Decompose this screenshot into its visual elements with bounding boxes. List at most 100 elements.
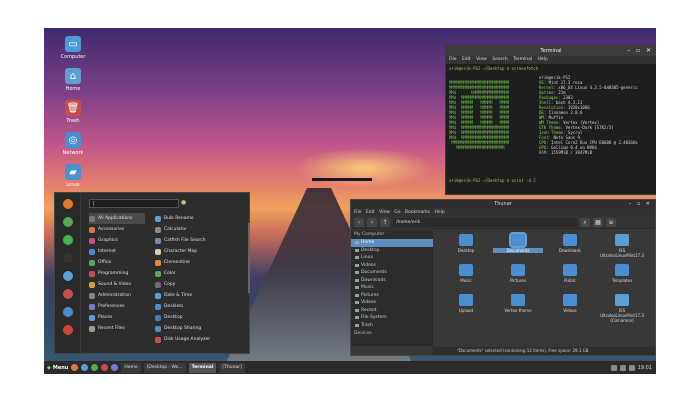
settings-icon[interactable] xyxy=(62,217,73,227)
terminal-window[interactable]: Terminal – ▫ ✕ File Edit View Search Ter… xyxy=(445,45,656,195)
folder-item[interactable]: Pictures xyxy=(493,264,543,289)
folder-item[interactable]: Templates xyxy=(597,264,647,289)
clock[interactable]: 19:01 xyxy=(638,365,652,371)
forward-button[interactable]: › xyxy=(367,217,377,227)
settings-icon[interactable] xyxy=(111,364,119,371)
folder-item[interactable]: Upload xyxy=(441,294,491,319)
folder-item[interactable]: ISS UltraIsoLinuxMint17.3 xyxy=(597,234,647,259)
sidebar-place[interactable]: Documents xyxy=(351,269,433,277)
menu-category[interactable]: Programming xyxy=(89,268,145,279)
menu-search-input[interactable]: | xyxy=(89,199,179,208)
menu-app-item[interactable]: Date & Time xyxy=(155,290,245,301)
media-icon[interactable] xyxy=(101,364,109,371)
app-icon xyxy=(89,215,95,222)
sidebar-place[interactable]: Pictures xyxy=(351,292,433,300)
volume-tray-icon[interactable] xyxy=(619,364,626,371)
folder-item[interactable]: Downloads xyxy=(545,234,595,259)
terminal-icon[interactable] xyxy=(62,253,73,263)
menu-app-item[interactable]: Desktop Sharing xyxy=(155,323,245,334)
sidebar-place[interactable]: Recent xyxy=(351,307,433,315)
desktop-icon-home[interactable]: ⌂ Home xyxy=(58,68,88,92)
menu-app-item[interactable]: Copy xyxy=(155,279,245,290)
menu-category[interactable]: Graphics xyxy=(89,235,145,246)
desktop-icon-label: Home xyxy=(65,86,81,92)
folder-item[interactable]: Videos xyxy=(545,294,595,319)
sidebar-place[interactable]: Desktop xyxy=(351,247,433,255)
menu-app-item[interactable]: Character Map xyxy=(155,246,245,257)
menu-category[interactable]: Preferences xyxy=(89,301,145,312)
sidebar-place[interactable]: Trash xyxy=(351,322,433,330)
firefox-icon[interactable] xyxy=(71,364,79,371)
menu-app-item[interactable]: Desktop xyxy=(155,312,245,323)
folder-icon[interactable] xyxy=(62,271,73,281)
desktop-icon-network[interactable]: ◎ Network xyxy=(58,132,88,156)
sidebar-place[interactable]: Music xyxy=(351,284,433,292)
sidebar-place[interactable]: Linux xyxy=(351,254,433,262)
folder-item[interactable]: Documents xyxy=(493,232,543,259)
firefox-icon[interactable] xyxy=(62,199,73,209)
menu-button[interactable]: ◆ Menu xyxy=(47,365,68,371)
logout-icon[interactable] xyxy=(62,307,73,317)
desktop-icon-trash[interactable]: 🗑 Trash xyxy=(58,100,88,124)
app-icon xyxy=(89,281,95,288)
software-icon[interactable] xyxy=(62,235,73,245)
back-button[interactable]: ‹ xyxy=(354,217,364,227)
folder-item[interactable]: ISS UltraIsoLinuxMint17.3 (Cinnamon) xyxy=(597,294,647,323)
location-bar[interactable]: /home/erik xyxy=(393,217,577,227)
terminal-titlebar[interactable]: Terminal – ▫ ✕ xyxy=(446,46,656,56)
sidebar-place[interactable]: Videos xyxy=(351,262,433,270)
app-icon xyxy=(89,226,95,233)
taskbar-window-thunar[interactable]: [Thunar] xyxy=(219,362,245,373)
sidebar-place[interactable]: File System xyxy=(351,314,433,322)
menu-app-item[interactable]: Clementine xyxy=(155,257,245,268)
folder-icon xyxy=(459,264,473,276)
terminal-menubar[interactable]: File Edit View Search Terminal Help xyxy=(446,56,656,64)
menu-app-item[interactable]: Calculator xyxy=(155,224,245,235)
menu-category[interactable]: Recent Files xyxy=(89,323,145,334)
folder-icon xyxy=(615,294,629,306)
files-icon[interactable] xyxy=(81,364,89,371)
menu-category[interactable]: Internet xyxy=(89,246,145,257)
menu-app-item[interactable]: Desklets xyxy=(155,301,245,312)
menu-item-label: Sound & Video xyxy=(98,282,132,287)
search-button[interactable]: ⌕ xyxy=(580,217,590,227)
sidebar-place[interactable]: Videos xyxy=(351,299,433,307)
folder-item[interactable]: Desktop xyxy=(441,234,491,259)
menu-scrollbar[interactable] xyxy=(248,223,250,293)
taskbar-window-desktop[interactable]: [Desktop - Wo... xyxy=(143,362,186,373)
network-tray-icon[interactable] xyxy=(610,364,617,371)
file-manager-menubar[interactable]: File Edit View Go Bookmarks Help xyxy=(351,209,655,216)
desktop-icon-computer[interactable]: ▭ Computer xyxy=(58,36,88,60)
window-controls[interactable]: – ▫ ✕ xyxy=(629,200,652,209)
menu-category[interactable]: Office xyxy=(89,257,145,268)
menu-category[interactable]: Sound & Video xyxy=(89,279,145,290)
file-manager-window[interactable]: Thunar – ▫ ✕ File Edit View Go Bookmarks… xyxy=(350,199,656,356)
folder-item[interactable]: Music xyxy=(441,264,491,289)
list-view-button[interactable]: ≡ xyxy=(606,217,616,227)
menu-app-item[interactable]: Disk Usage Analyzer xyxy=(155,334,245,345)
sidebar-place[interactable]: Home xyxy=(351,239,433,247)
folder-item[interactable]: Public xyxy=(545,264,595,289)
menu-category[interactable]: Accessories xyxy=(89,224,145,235)
desktop-icon-linux[interactable]: ▰ Linux xyxy=(58,164,88,188)
menu-item-label: Recent Files xyxy=(98,326,125,331)
lock-icon[interactable] xyxy=(62,289,73,299)
taskbar-window-home[interactable]: Home xyxy=(121,362,141,373)
icon-view-button[interactable]: ▦ xyxy=(593,217,603,227)
software-icon[interactable] xyxy=(91,364,99,371)
sidebar-place[interactable]: Downloads xyxy=(351,277,433,285)
menu-category[interactable]: Places xyxy=(89,312,145,323)
menu-app-item[interactable]: Bulk Rename xyxy=(155,213,245,224)
file-manager-titlebar[interactable]: Thunar – ▫ ✕ xyxy=(351,200,655,209)
application-menu[interactable]: | ● All Applications Accessories Graphics I… xyxy=(54,192,250,354)
window-controls[interactable]: – ▫ ✕ xyxy=(627,46,653,56)
folder-item[interactable]: Vertex-theme xyxy=(493,294,543,319)
menu-category[interactable]: Administration xyxy=(89,290,145,301)
menu-category[interactable]: All Applications xyxy=(89,213,145,224)
up-button[interactable]: ↑ xyxy=(380,217,390,227)
menu-app-item[interactable]: Catfish File Search xyxy=(155,235,245,246)
menu-app-item[interactable]: Color xyxy=(155,268,245,279)
taskbar-window-terminal[interactable]: Terminal xyxy=(188,362,217,373)
update-tray-icon[interactable] xyxy=(628,364,635,371)
power-icon[interactable] xyxy=(62,325,73,335)
